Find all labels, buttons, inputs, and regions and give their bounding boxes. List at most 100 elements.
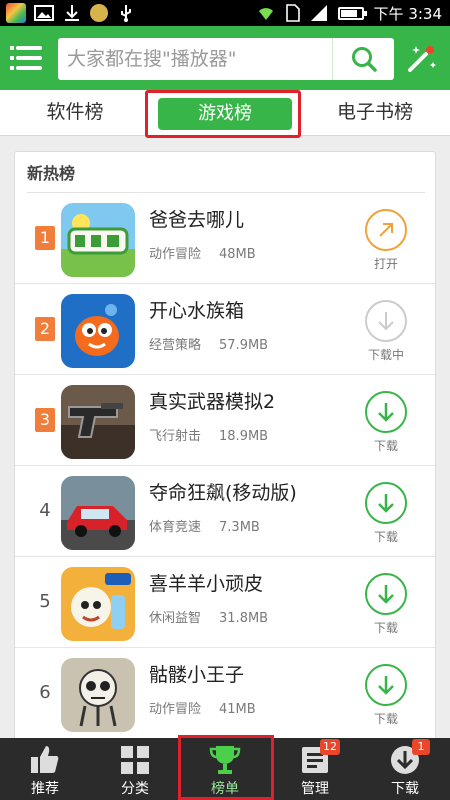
app-category: 飞行射击 <box>149 429 202 444</box>
nav-label: 管理 <box>301 781 329 797</box>
search-input[interactable] <box>58 38 330 80</box>
nav-label: 分类 <box>121 781 149 797</box>
open-button[interactable]: 打开 <box>360 209 412 272</box>
download-button[interactable]: 下载 <box>360 482 412 545</box>
app-size: 48MB <box>219 247 256 262</box>
tab-software[interactable]: 软件榜 <box>0 90 150 136</box>
download-icon <box>365 664 407 706</box>
open-arrow-icon <box>365 209 407 251</box>
app-name: 夺命狂飙(移动版) <box>149 482 297 504</box>
list-item[interactable]: 4 夺命狂飙(移动版) 体育竞速 7.3MB 下载 <box>15 466 435 557</box>
nav-recommend[interactable]: 推荐 <box>0 738 90 800</box>
nav-highlight-box <box>178 735 274 800</box>
manage-badge: 12 <box>320 739 340 755</box>
action-label: 下载 <box>373 530 398 544</box>
download-icon <box>365 391 407 433</box>
signal-icon <box>310 5 327 21</box>
app-header <box>0 26 450 90</box>
search-button[interactable] <box>332 38 394 80</box>
tab-ebooks[interactable]: 电子书榜 <box>300 90 450 136</box>
app-size: 57.9MB <box>219 338 269 353</box>
download-button[interactable]: 下载 <box>360 391 412 454</box>
rank-number: 4 <box>39 500 51 521</box>
app-meta: 飞行射击 18.9MB <box>149 425 268 444</box>
action-label: 下载中 <box>367 348 404 362</box>
image-icon <box>34 5 54 21</box>
download-button[interactable]: 下载 <box>360 664 412 727</box>
battery-icon <box>337 6 367 20</box>
rank-badge: 3 <box>35 408 55 432</box>
wifi-icon <box>258 8 273 20</box>
app-size: 18.9MB <box>219 429 269 444</box>
app-meta: 动作冒险 48MB <box>149 243 256 262</box>
action-label: 下载 <box>373 712 398 726</box>
app-icon-xiyangyang <box>61 567 135 641</box>
app-name: 开心水族箱 <box>149 300 245 322</box>
download-notify-icon <box>65 5 79 21</box>
action-label: 下载 <box>373 439 398 453</box>
app-icon-kaixin-shuizuxiang <box>61 294 135 368</box>
tab-ebooks-label: 电子书榜 <box>336 101 413 123</box>
rank-number: 5 <box>39 591 51 612</box>
download-icon: 1 <box>388 739 430 777</box>
magic-wand-button[interactable] <box>404 40 440 76</box>
rank-badge: 1 <box>35 226 55 250</box>
nav-category[interactable]: 分类 <box>90 738 180 800</box>
app-category: 体育竞速 <box>149 520 202 535</box>
app-name: 喜羊羊小顽皮 <box>149 573 264 595</box>
nav-label: 下载 <box>391 781 419 797</box>
list-title: 新热榜 <box>27 164 76 183</box>
thumbs-up-icon <box>28 743 62 777</box>
app-name: 爸爸去哪儿 <box>149 209 245 231</box>
rank-badge: 2 <box>35 317 55 341</box>
app-meta: 休闲益智 31.8MB <box>149 607 268 626</box>
app-notification-icon <box>6 3 26 23</box>
manage-icon: 12 <box>298 739 340 777</box>
nav-download[interactable]: 1 下载 <box>360 738 450 800</box>
system-status: 下午 3:34 <box>256 0 442 26</box>
menu-button[interactable] <box>10 40 46 76</box>
list-item[interactable]: 3 真实武器模拟2 飞行射击 18.9MB 下载 <box>15 375 435 466</box>
nav-manage[interactable]: 12 管理 <box>270 738 360 800</box>
app-size: 7.3MB <box>219 520 260 535</box>
app-name: 骷髅小王子 <box>149 664 245 686</box>
list-item[interactable]: 2 开心水族箱 经营策略 57.9MB 下载中 <box>15 284 435 375</box>
app-category: 休闲益智 <box>149 611 202 626</box>
usb-icon <box>121 5 131 22</box>
app-icon-racing <box>61 476 135 550</box>
app-category: 动作冒险 <box>149 702 202 717</box>
app-meta: 动作冒险 41MB <box>149 698 256 717</box>
app-size: 41MB <box>219 702 256 717</box>
tab-highlight-box <box>145 90 301 138</box>
app-category: 动作冒险 <box>149 247 202 262</box>
clock: 下午 3:34 <box>373 4 442 23</box>
app-size: 31.8MB <box>219 611 269 626</box>
list-item[interactable]: 5 喜羊羊小顽皮 休闲益智 31.8MB 下载 <box>15 557 435 648</box>
downloading-button[interactable]: 下载中 <box>360 300 412 363</box>
download-icon <box>365 573 407 615</box>
app-name: 真实武器模拟2 <box>149 391 276 413</box>
sim-icon <box>285 4 300 22</box>
app-meta: 经营策略 57.9MB <box>149 334 268 353</box>
list-item[interactable]: 1 爸爸去哪儿 动作冒险 48MB 打开 <box>15 193 435 284</box>
app-meta: 体育竞速 7.3MB <box>149 516 260 535</box>
search-bar <box>58 38 394 80</box>
app-icon-baba-quna <box>61 203 135 277</box>
download-button[interactable]: 下载 <box>360 573 412 636</box>
download-badge: 1 <box>412 739 430 755</box>
rank-number: 6 <box>39 682 51 703</box>
search-icon <box>351 47 377 72</box>
grid-icon <box>118 743 152 777</box>
ranking-card: 新热榜 1 爸爸去哪儿 动作冒险 48MB 打开 2 开心水族箱 经营策略 57… <box>14 151 436 751</box>
nav-label: 推荐 <box>31 781 59 797</box>
battery-level <box>340 9 358 17</box>
tab-software-label: 软件榜 <box>46 101 104 123</box>
download-icon <box>365 482 407 524</box>
status-bar: 下午 3:34 <box>0 0 450 26</box>
magic-wand-icon <box>408 46 436 72</box>
app-category: 经营策略 <box>149 338 202 353</box>
app-icon-weapon-simulator <box>61 385 135 459</box>
download-icon <box>365 300 407 342</box>
list-item[interactable]: 6 骷髅小王子 动作冒险 41MB 下载 <box>15 648 435 739</box>
app-icon-skeleton-prince <box>61 658 135 732</box>
